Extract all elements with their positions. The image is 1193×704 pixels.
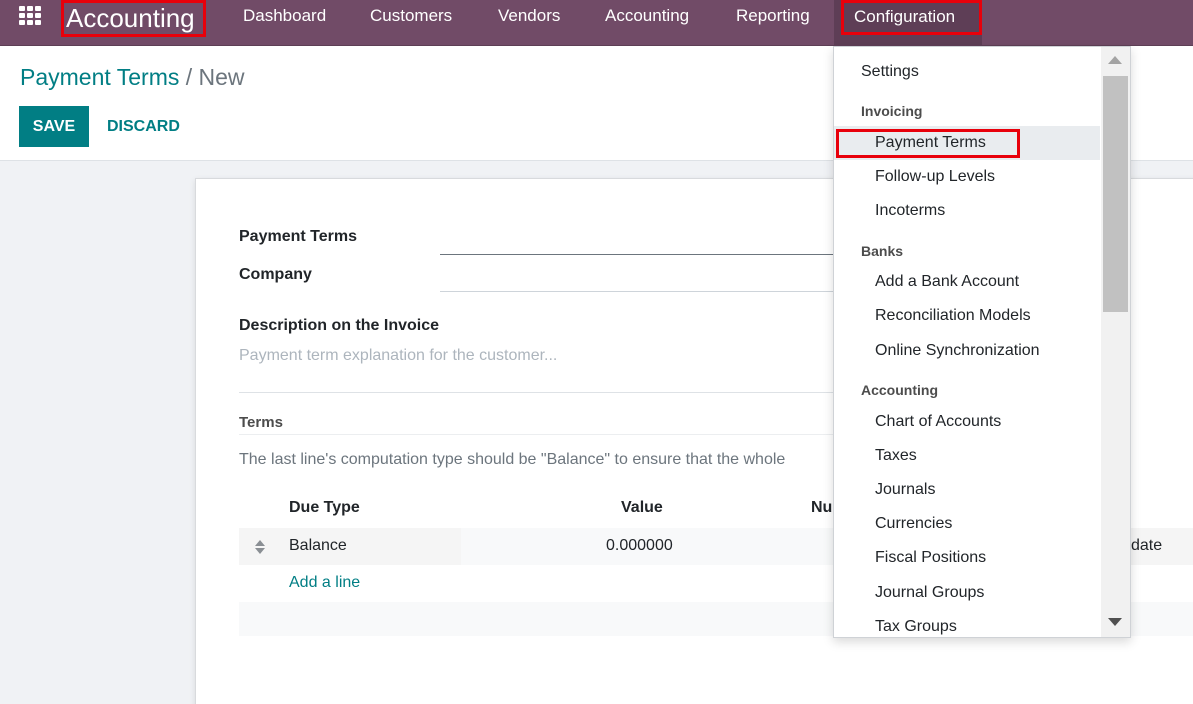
column-value[interactable]: Value	[621, 499, 663, 517]
description-label: Description on the Invoice	[239, 317, 440, 334]
breadcrumb: Payment Terms / New	[20, 64, 245, 91]
column-number[interactable]: Nu	[811, 499, 832, 517]
menu-reconciliation-models[interactable]: Reconciliation Models	[834, 299, 1100, 333]
breadcrumb-parent[interactable]: Payment Terms	[20, 64, 179, 90]
nav-accounting[interactable]: Accounting	[605, 0, 689, 32]
menu-chart-of-accounts[interactable]: Chart of Accounts	[834, 405, 1100, 439]
divider	[239, 392, 833, 393]
menu-journals[interactable]: Journals	[834, 473, 1100, 507]
breadcrumb-separator: /	[185, 64, 193, 90]
menu-online-synchronization[interactable]: Online Synchronization	[834, 334, 1100, 368]
scrollbar-thumb[interactable]	[1103, 76, 1128, 312]
scroll-down-arrow-icon[interactable]	[1108, 618, 1122, 626]
column-due-type[interactable]: Due Type	[289, 499, 360, 517]
drag-handle-icon[interactable]	[254, 538, 266, 556]
scroll-up-arrow-icon[interactable]	[1108, 56, 1122, 64]
save-button[interactable]: SAVE	[19, 106, 89, 147]
apps-grid-icon[interactable]	[19, 6, 41, 25]
breadcrumb-current: New	[198, 64, 245, 90]
cell-date[interactable]: date	[1131, 537, 1162, 555]
menu-follow-up-levels[interactable]: Follow-up Levels	[834, 160, 1100, 194]
terms-section-title: Terms	[239, 414, 283, 431]
menu-header-banks: Banks	[861, 243, 904, 259]
menu-tax-groups[interactable]: Tax Groups	[834, 610, 1100, 637]
app-brand[interactable]: Accounting	[61, 0, 206, 37]
discard-button[interactable]: DISCARD	[107, 106, 180, 147]
menu-settings[interactable]: Settings	[834, 55, 1100, 89]
nav-reporting[interactable]: Reporting	[736, 0, 810, 32]
menu-header-accounting: Accounting	[861, 382, 938, 398]
payment-terms-input[interactable]	[440, 254, 833, 255]
company-input[interactable]	[440, 291, 833, 292]
payment-terms-label: Payment Terms	[239, 228, 357, 245]
description-input[interactable]: Payment term explanation for the custome…	[239, 347, 557, 365]
nav-configuration[interactable]: Configuration	[841, 0, 982, 35]
menu-add-bank-account[interactable]: Add a Bank Account	[834, 265, 1100, 299]
menu-journal-groups[interactable]: Journal Groups	[834, 576, 1100, 610]
menu-incoterms[interactable]: Incoterms	[834, 194, 1100, 228]
terms-divider	[239, 434, 833, 435]
cell-due-type[interactable]: Balance	[289, 537, 347, 555]
add-line-link[interactable]: Add a line	[289, 574, 360, 592]
highlight-box	[836, 129, 1020, 158]
top-navbar: Accounting Dashboard Customers Vendors A…	[0, 0, 1193, 46]
menu-taxes[interactable]: Taxes	[834, 439, 1100, 473]
terms-help-text: The last line's computation type should …	[239, 451, 786, 468]
company-label: Company	[239, 266, 312, 283]
menu-currencies[interactable]: Currencies	[834, 507, 1100, 541]
nav-vendors[interactable]: Vendors	[498, 0, 560, 32]
cell-value[interactable]: 0.000000	[606, 537, 673, 555]
nav-dashboard[interactable]: Dashboard	[243, 0, 326, 32]
nav-customers[interactable]: Customers	[370, 0, 452, 32]
menu-header-invoicing: Invoicing	[861, 103, 923, 119]
menu-fiscal-positions[interactable]: Fiscal Positions	[834, 541, 1100, 575]
